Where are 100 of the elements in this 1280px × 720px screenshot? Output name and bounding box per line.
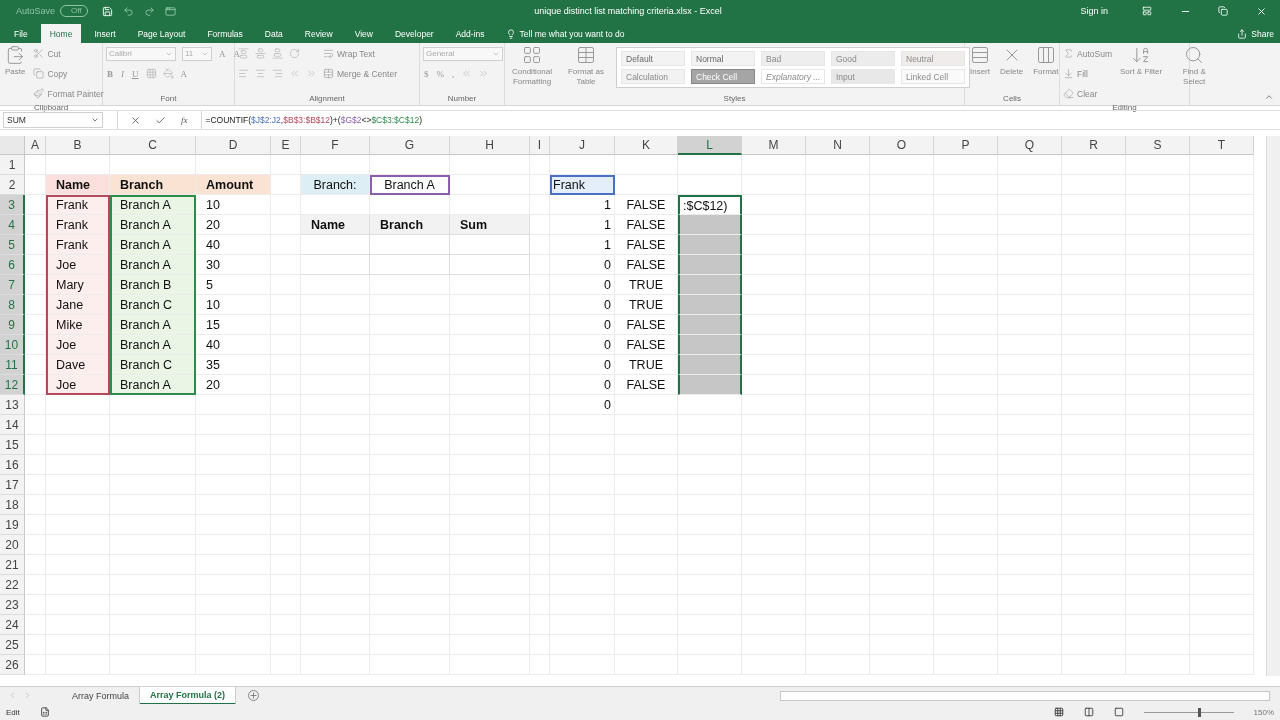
row-header[interactable]: 12 <box>0 375 25 395</box>
column-header[interactable]: H <box>450 136 530 155</box>
table-cell[interactable]: Joe <box>46 255 110 275</box>
table-cell[interactable]: Amount <box>196 175 271 195</box>
column-header[interactable]: K <box>615 136 678 155</box>
sign-in-link[interactable]: Sign in <box>1080 6 1108 16</box>
row-header[interactable]: 20 <box>0 535 25 555</box>
previous-sheet-icon[interactable] <box>8 691 17 700</box>
left-button[interactable] <box>238 68 249 79</box>
share-button[interactable]: Share <box>1237 24 1280 43</box>
redo-icon[interactable] <box>143 5 155 17</box>
inc-dec-button[interactable] <box>461 68 473 79</box>
dec-dec-button[interactable] <box>478 68 490 79</box>
normal-view-icon[interactable] <box>1053 707 1064 717</box>
next-sheet-icon[interactable] <box>23 691 32 700</box>
column-header[interactable]: O <box>870 136 934 155</box>
table-cell[interactable]: 0 <box>550 295 615 315</box>
cell-style-option[interactable]: Default <box>621 51 685 66</box>
center-button[interactable] <box>255 68 266 79</box>
name-box[interactable]: SUM <box>3 112 103 128</box>
row-header[interactable]: 2 <box>0 175 25 195</box>
cancel-icon[interactable] <box>130 114 141 126</box>
row-header[interactable]: 14 <box>0 415 25 435</box>
table-cell[interactable]: 1 <box>550 235 615 255</box>
table-cell[interactable]: Branch B <box>110 275 196 295</box>
table-cell[interactable]: Branch <box>110 175 196 195</box>
table-cell[interactable]: 0 <box>550 275 615 295</box>
fill-color-button[interactable] <box>162 68 174 79</box>
row-header[interactable]: 19 <box>0 515 25 535</box>
selected-cell[interactable] <box>678 295 742 315</box>
selected-cell[interactable] <box>678 335 742 355</box>
table-cell[interactable]: 0 <box>550 335 615 355</box>
table-cell[interactable]: Branch A <box>110 315 196 335</box>
column-header[interactable]: S <box>1126 136 1190 155</box>
table-cell[interactable]: Dave <box>46 355 110 375</box>
borders-button[interactable] <box>145 68 157 79</box>
table-cell[interactable]: 1 <box>550 215 615 235</box>
table-cell[interactable]: Name <box>301 215 370 235</box>
orient-button[interactable] <box>289 48 300 59</box>
column-header[interactable]: R <box>1062 136 1126 155</box>
insert-function-button[interactable]: fx <box>180 115 189 125</box>
table-cell[interactable]: Branch A <box>110 335 196 355</box>
table-cell[interactable]: Branch A <box>110 235 196 255</box>
ribbon-tab[interactable]: Developer <box>385 24 443 43</box>
table-cell[interactable]: 40 <box>196 335 271 355</box>
cell-editor[interactable]: :$C$12) <box>678 195 742 215</box>
cell-style-option[interactable]: Explanatory ... <box>761 69 825 84</box>
row-header[interactable]: 1 <box>0 155 25 175</box>
ribbon-tab[interactable]: Review <box>295 24 342 43</box>
table-cell[interactable]: 35 <box>196 355 271 375</box>
column-header[interactable]: I <box>530 136 550 155</box>
new-sheet-icon[interactable] <box>248 690 260 701</box>
horizontal-scrollbar[interactable] <box>780 690 1270 701</box>
formula-field[interactable]: =COUNTIF($J$2:J2,$B$3:$B$12)+($G$2<>$C$3:$C$12) <box>200 111 1280 129</box>
macro-record-icon[interactable] <box>39 707 50 717</box>
table-cell[interactable]: Branch C <box>110 295 196 315</box>
table-cell[interactable]: 10 <box>196 195 271 215</box>
row-header[interactable]: 26 <box>0 655 25 675</box>
find-button[interactable]: Find & Select <box>1170 45 1219 87</box>
vertical-scrollbar[interactable] <box>1266 136 1280 676</box>
cell-style-option[interactable]: Linked Cell <box>901 69 965 84</box>
table-cell[interactable] <box>301 255 370 275</box>
table-cell[interactable]: Mary <box>46 275 110 295</box>
selected-cell[interactable] <box>678 235 742 255</box>
sheet-tab[interactable]: Array Formula (2) <box>140 686 237 705</box>
selected-cell[interactable] <box>678 355 742 375</box>
cell-style-option[interactable]: Normal <box>691 51 755 66</box>
column-header[interactable]: G <box>370 136 450 155</box>
table-cell[interactable]: 15 <box>196 315 271 335</box>
row-header[interactable]: 13 <box>0 395 25 415</box>
table-cell[interactable]: Frank <box>46 235 110 255</box>
ribbon-tab[interactable]: Data <box>255 24 292 43</box>
row-header[interactable]: 18 <box>0 495 25 515</box>
page-layout-icon[interactable] <box>1083 707 1094 717</box>
selected-cell[interactable] <box>678 255 742 275</box>
table-cell[interactable]: 0 <box>550 355 615 375</box>
row-header[interactable]: 4 <box>0 215 25 235</box>
ribbon-tab[interactable]: Formulas <box>198 24 252 43</box>
ribbon-tab[interactable]: View <box>345 24 382 43</box>
collapse-ribbon-icon[interactable] <box>1264 92 1274 102</box>
window-icon[interactable] <box>164 5 176 17</box>
selected-cell[interactable] <box>678 375 742 395</box>
table-cell[interactable]: Jane <box>46 295 110 315</box>
table-cell[interactable]: 20 <box>196 215 271 235</box>
column-header[interactable]: F <box>301 136 370 155</box>
row-header[interactable]: 7 <box>0 275 25 295</box>
row-header[interactable]: 8 <box>0 295 25 315</box>
column-header[interactable]: M <box>742 136 806 155</box>
row-header[interactable]: 22 <box>0 575 25 595</box>
zoom-slider-thumb[interactable] <box>1197 707 1201 717</box>
table-cell[interactable]: Frank <box>46 215 110 235</box>
save-icon[interactable] <box>101 5 113 17</box>
ribbon-tab[interactable]: Insert <box>85 24 125 43</box>
top-button[interactable] <box>238 48 249 59</box>
row-header[interactable]: 11 <box>0 355 25 375</box>
column-header[interactable]: E <box>271 136 301 155</box>
ribbon-tab[interactable]: File <box>5 24 37 43</box>
column-header[interactable]: L <box>678 136 742 155</box>
column-header[interactable]: J <box>550 136 615 155</box>
table-cell[interactable]: 10 <box>196 295 271 315</box>
